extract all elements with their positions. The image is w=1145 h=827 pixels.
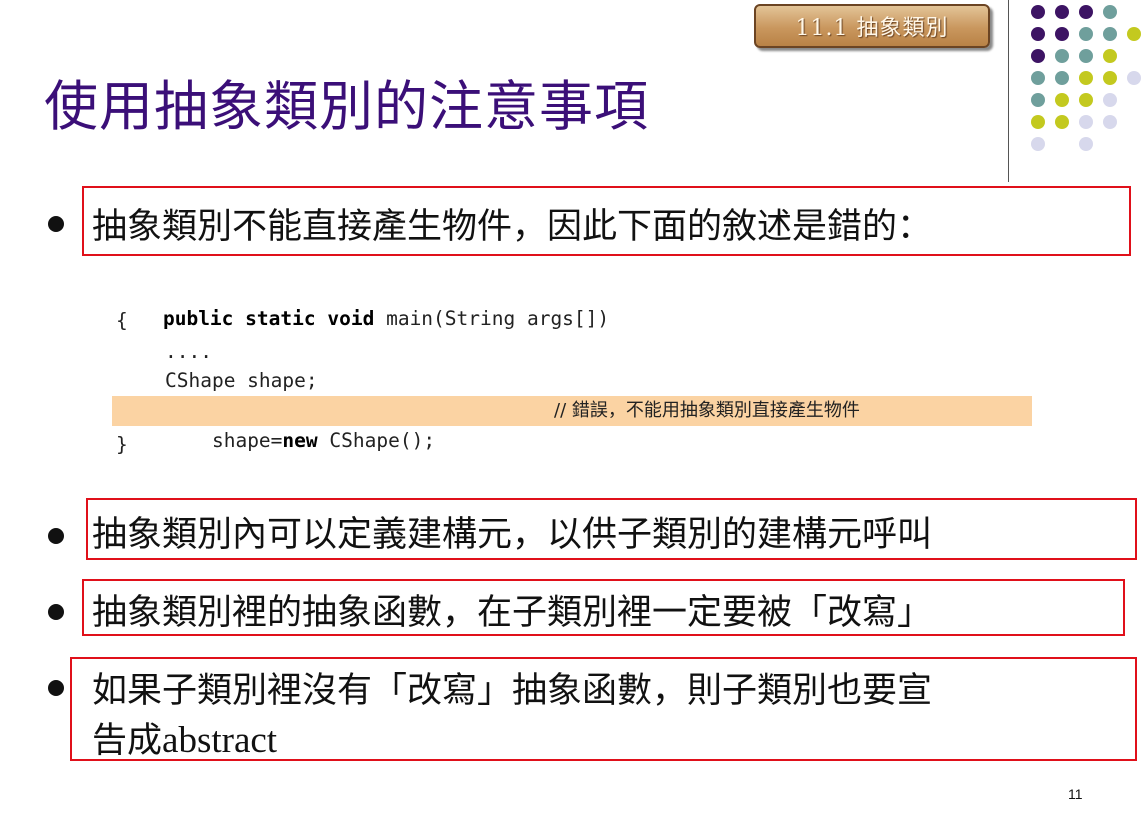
- dot: [1079, 93, 1093, 107]
- code-comment: // 錯誤，不能用抽象類別直接產生物件: [554, 400, 860, 421]
- bullet-text: 抽象類別內可以定義建構元，以供子類別的建構元呼叫: [92, 515, 933, 555]
- dot: [1103, 49, 1117, 63]
- code-keyword: static: [245, 307, 316, 330]
- bullet-dot: [48, 604, 64, 620]
- dot: [1079, 49, 1093, 63]
- dot: [1031, 71, 1045, 85]
- code-text: {: [116, 309, 128, 332]
- dot: [1031, 137, 1045, 151]
- dot: [1103, 93, 1117, 107]
- dot: [1031, 93, 1045, 107]
- slide-title: 使用抽象類別的注意事項: [44, 75, 649, 138]
- dot: [1031, 115, 1045, 129]
- code-text: ....: [165, 340, 212, 363]
- dot: [1055, 49, 1069, 63]
- dot: [1127, 27, 1141, 41]
- code-keyword: new: [282, 429, 318, 452]
- bullet-dot: [48, 216, 64, 232]
- section-tab: 11.1 抽象類別: [754, 4, 990, 48]
- dot: [1031, 27, 1045, 41]
- bullet-text: 如果子類別裡沒有「改寫」抽象函數，則子類別也要宣: [92, 671, 933, 711]
- bullet-dot: [48, 528, 64, 544]
- code-text: }: [116, 433, 128, 456]
- dot: [1103, 5, 1117, 19]
- dot: [1103, 27, 1117, 41]
- code-text: shape=: [211, 429, 283, 452]
- dot: [1055, 93, 1069, 107]
- bullet-text-line2: 告成abstract: [92, 712, 277, 763]
- code-keyword: void: [327, 307, 375, 330]
- decorative-dot-grid: [1031, 5, 1145, 155]
- bullet-dot: [48, 680, 64, 696]
- dot: [1055, 71, 1069, 85]
- dot: [1079, 137, 1093, 151]
- dot: [1103, 115, 1117, 129]
- dot: [1079, 71, 1093, 85]
- dot: [1127, 71, 1141, 85]
- dot: [1031, 5, 1045, 19]
- dot: [1055, 115, 1069, 129]
- code-text: main(String args[]): [374, 307, 610, 330]
- bullet-text: 告成: [92, 721, 163, 761]
- page-number: 11: [1068, 786, 1083, 802]
- divider-line: [1008, 0, 1009, 182]
- dot: [1055, 5, 1069, 19]
- bullet-text: 抽象類別不能直接產生物件，因此下面的敘述是錯的：: [92, 207, 933, 247]
- code-text: CShape();: [317, 429, 436, 452]
- dot: [1079, 115, 1093, 129]
- dot: [1079, 5, 1093, 19]
- dot: [1103, 71, 1117, 85]
- bullet-keyword: abstract: [162, 720, 278, 761]
- dot: [1055, 27, 1069, 41]
- code-text: CShape shape;: [165, 369, 318, 392]
- bullet-text: 抽象類別裡的抽象函數，在子類別裡一定要被「改寫」: [92, 593, 933, 633]
- code-keyword: public: [162, 307, 234, 330]
- dot: [1031, 49, 1045, 63]
- dot: [1079, 27, 1093, 41]
